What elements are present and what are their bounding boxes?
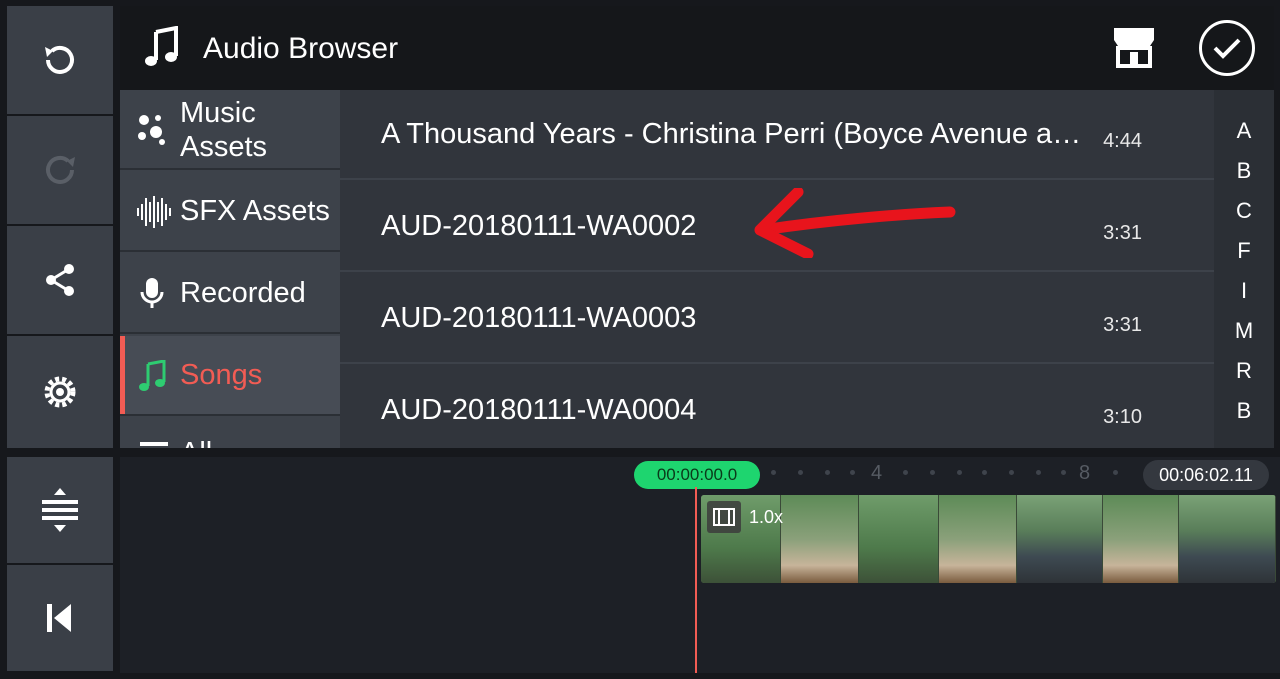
ruler-dot [771,470,776,475]
list-item[interactable]: AUD-20180111-WA0003 3:31 [340,274,1214,364]
sidebar-item-recorded[interactable]: Recorded [120,254,340,334]
video-clip[interactable]: 1.0x [701,495,1276,583]
red-arrow-annotation [754,188,956,258]
music-note-icon [145,26,178,66]
index-letter[interactable]: B [1214,158,1274,184]
total-time-pill: 00:06:02.11 [1143,460,1269,490]
ruler-dot [1061,470,1066,475]
ruler-dot [1009,470,1014,475]
alphabet-index: A B C F I M R B [1214,90,1274,448]
share-button[interactable] [7,226,113,334]
ruler-dot [1113,470,1118,475]
index-letter[interactable]: C [1214,198,1274,224]
audio-browser-panel: Audio Browser Music Assets SFX Assets Re… [120,6,1274,448]
list-icon [140,442,168,446]
song-title: AUD-20180111-WA0004 [381,394,697,426]
list-item[interactable]: AUD-20180111-WA0004 3:10 [340,366,1214,448]
timeline[interactable]: 4 8 00:00:00.0 00:06:02.11 1.0x [120,457,1280,673]
ruler-dot [957,470,962,475]
category-sidebar: Music Assets SFX Assets Recorded Songs A… [120,90,340,448]
song-duration: 3:31 [1103,314,1142,336]
sidebar-item-label: SFX Assets [180,195,330,227]
sidebar-item-all[interactable]: All [120,418,340,448]
ruler-mark: 4 [871,462,883,484]
current-time-pill[interactable]: 00:00:00.0 [634,461,760,489]
page-title: Audio Browser [203,32,399,65]
index-letter[interactable]: I [1214,278,1274,304]
redo-icon [46,155,75,184]
music-assets-icon [138,115,165,145]
clip-thumbnail [939,495,1017,583]
film-icon [707,501,741,533]
sidebar-item-label: Recorded [180,277,306,309]
clip-thumbnail [1103,495,1179,583]
ruler-dot [982,470,987,475]
done-button[interactable] [1199,20,1255,76]
song-duration: 3:10 [1103,406,1142,428]
settings-button[interactable] [7,336,113,448]
list-item[interactable]: A Thousand Years - Christina Perri (Boyc… [340,90,1214,180]
browser-header: Audio Browser [120,6,1274,90]
undo-button[interactable] [7,6,113,114]
clip-thumbnail [1179,495,1276,583]
song-duration: 4:44 [1103,130,1142,152]
index-letter[interactable]: F [1214,238,1274,264]
ruler-mark: 8 [1079,462,1091,484]
index-letter[interactable]: M [1214,318,1274,344]
sidebar-item-label: Songs [180,359,263,391]
gear-icon [44,376,76,408]
ruler-dot [825,470,830,475]
expand-vertical-icon [42,488,78,532]
ruler-dot [903,470,908,475]
song-duration: 3:31 [1103,222,1142,244]
check-icon [1213,38,1241,59]
song-title: A Thousand Years - Christina Perri (Boyc… [381,118,1082,150]
sidebar-item-sfx-assets[interactable]: SFX Assets [120,172,340,252]
microphone-icon [140,278,164,308]
index-letter[interactable]: R [1214,358,1274,384]
clip-speed-label: 1.0x [749,507,784,527]
list-item[interactable]: AUD-20180111-WA0002 3:31 [340,182,1214,272]
sidebar-item-label: Music Assets [180,97,268,163]
songs-note-icon [139,360,166,391]
waveform-icon [137,196,171,228]
ruler-dot [850,470,855,475]
clip-thumbnail [781,495,859,583]
redo-button[interactable] [7,116,113,224]
ruler-dot [930,470,935,475]
song-title: AUD-20180111-WA0003 [381,302,697,334]
playhead[interactable] [695,487,697,673]
clip-thumbnail [1017,495,1103,583]
sidebar-item-music-assets[interactable]: Music Assets [120,90,340,170]
sidebar-item-songs[interactable]: Songs [120,336,340,416]
ruler-dot [1036,470,1041,475]
undo-icon [45,45,74,74]
ruler-dot [798,470,803,475]
expand-timeline-button[interactable] [7,457,113,563]
index-letter[interactable]: B [1214,398,1274,424]
skip-back-icon [47,604,71,632]
skip-to-start-button[interactable] [7,565,113,671]
share-icon [46,264,74,296]
song-list: A Thousand Years - Christina Perri (Boyc… [340,90,1214,448]
index-letter[interactable]: A [1214,118,1274,144]
store-icon[interactable] [1110,26,1158,68]
clip-thumbnail [859,495,939,583]
sidebar-item-label: All [180,436,212,448]
song-title: AUD-20180111-WA0002 [381,210,697,242]
